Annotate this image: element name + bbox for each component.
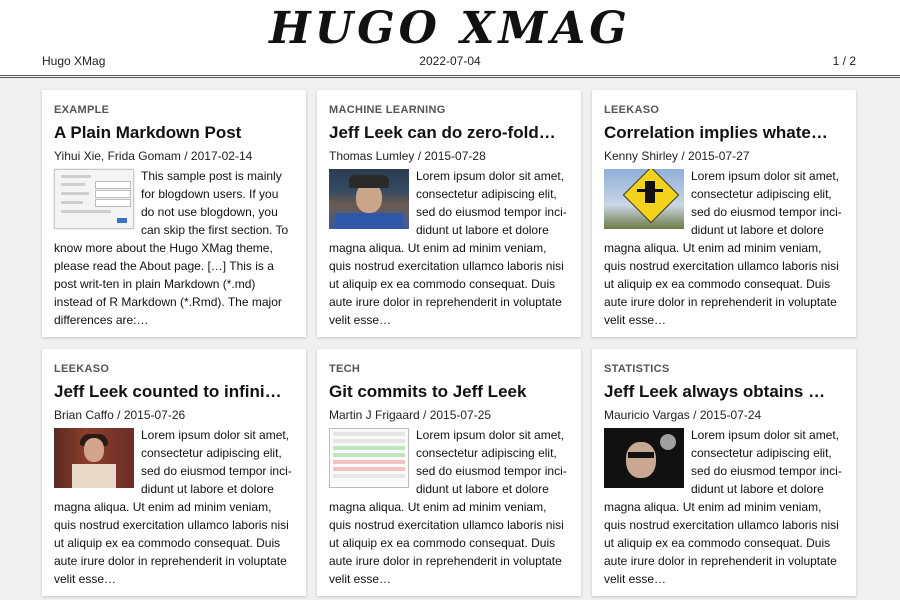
post-meta: Martin J Frigaard / 2015-07-25 — [329, 408, 492, 422]
post-category[interactable]: MACHINE LEARNING — [329, 102, 569, 118]
post-card: MACHINE LEARNING Jeff Leek can do zero-f… — [317, 90, 581, 337]
post-thumbnail[interactable] — [604, 428, 684, 488]
post-card: LEEKASO Jeff Leek counted to infini… Bri… — [42, 349, 306, 596]
page-indicator: 1 / 2 — [832, 54, 856, 68]
post-meta: Yihui Xie, Frida Gomam / 2017-02-14 — [54, 149, 253, 163]
post-category[interactable]: EXAMPLE — [54, 102, 294, 118]
post-title-link[interactable]: Git commits to Jeff Leek — [329, 381, 569, 403]
post-card: LEEKASO Correlation implies whate… Kenny… — [592, 90, 856, 337]
post-category[interactable]: LEEKASO — [604, 102, 844, 118]
post-thumbnail[interactable] — [54, 169, 134, 229]
post-title-link[interactable]: Jeff Leek can do zero-fold… — [329, 122, 569, 144]
post-title-link[interactable]: Jeff Leek counted to infini… — [54, 381, 294, 403]
masthead: HUGO XMAG Hugo XMag 2022-07-04 1 / 2 — [0, 0, 900, 78]
post-meta: Brian Caffo / 2015-07-26 — [54, 408, 186, 422]
post-thumbnail[interactable] — [329, 428, 409, 488]
post-excerpt: Lorem ipsum dolor sit amet, consectetur … — [329, 426, 569, 588]
post-thumbnail[interactable] — [329, 169, 409, 229]
post-card: TECH Git commits to Jeff Leek Martin J F… — [317, 349, 581, 596]
post-card: EXAMPLE A Plain Markdown Post Yihui Xie,… — [42, 90, 306, 337]
post-meta: Thomas Lumley / 2015-07-28 — [329, 149, 486, 163]
site-logo[interactable]: HUGO XMAG — [0, 2, 900, 56]
post-thumbnail[interactable] — [54, 428, 134, 488]
post-thumbnail[interactable] — [604, 169, 684, 229]
post-excerpt: Lorem ipsum dolor sit amet, consectetur … — [604, 167, 844, 329]
post-excerpt: Lorem ipsum dolor sit amet, consectetur … — [54, 426, 294, 588]
post-grid: EXAMPLE A Plain Markdown Post Yihui Xie,… — [42, 90, 856, 596]
post-excerpt: Lorem ipsum dolor sit amet, consectetur … — [604, 426, 844, 588]
post-meta: Kenny Shirley / 2015-07-27 — [604, 149, 750, 163]
header-date: 2022-07-04 — [419, 54, 481, 68]
post-title-link[interactable]: A Plain Markdown Post — [54, 122, 294, 144]
post-category[interactable]: LEEKASO — [54, 361, 294, 377]
post-title-link[interactable]: Correlation implies whate… — [604, 122, 844, 144]
post-title-link[interactable]: Jeff Leek always obtains … — [604, 381, 844, 403]
post-meta: Mauricio Vargas / 2015-07-24 — [604, 408, 762, 422]
post-category[interactable]: STATISTICS — [604, 361, 844, 377]
post-excerpt: This sample post is mainly for blogdown … — [54, 167, 294, 329]
post-category[interactable]: TECH — [329, 361, 569, 377]
post-excerpt: Lorem ipsum dolor sit amet, consectetur … — [329, 167, 569, 329]
post-card: STATISTICS Jeff Leek always obtains … Ma… — [592, 349, 856, 596]
